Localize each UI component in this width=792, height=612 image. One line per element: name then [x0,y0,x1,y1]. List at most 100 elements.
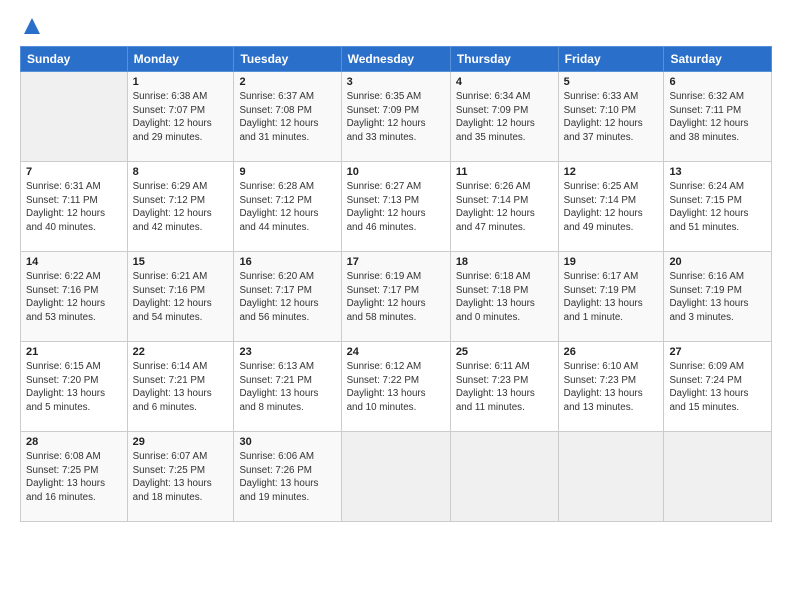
calendar-cell: 8 Sunrise: 6:29 AM Sunset: 7:12 PM Daylig… [127,162,234,252]
day-info: Sunrise: 6:09 AM Sunset: 7:24 PM Dayligh… [669,360,766,415]
day-info: Sunrise: 6:10 AM Sunset: 7:23 PM Dayligh… [564,360,659,415]
day-info: Sunrise: 6:15 AM Sunset: 7:20 PM Dayligh… [26,360,122,415]
calendar-week-1: 1Sunrise: 6:38 AM Sunset: 7:07 PM Daylig… [21,72,772,162]
day-info: Sunrise: 6:25 AM Sunset: 7:14 PM Dayligh… [564,180,659,235]
calendar-cell: 28 Sunrise: 6:08 AM Sunset: 7:25 PM Dayli… [21,432,128,522]
calendar-cell: 20 Sunrise: 6:16 AM Sunset: 7:19 PM Dayli… [664,252,772,342]
calendar-cell: 26 Sunrise: 6:10 AM Sunset: 7:23 PM Dayli… [558,342,664,432]
day-info: Sunrise: 6:26 AM Sunset: 7:14 PM Dayligh… [456,180,553,235]
calendar-week-2: 7 Sunrise: 6:31 AM Sunset: 7:11 PM Daylig… [21,162,772,252]
calendar-cell: 10 Sunrise: 6:27 AM Sunset: 7:13 PM Dayli… [341,162,450,252]
calendar-cell: 6 Sunrise: 6:32 AM Sunset: 7:11 PM Daylig… [664,72,772,162]
day-number: 10 [347,166,445,178]
calendar-cell: 14Sunrise: 6:22 AM Sunset: 7:16 PM Dayli… [21,252,128,342]
calendar-cell: 29 Sunrise: 6:07 AM Sunset: 7:25 PM Dayli… [127,432,234,522]
day-info: Sunrise: 6:20 AM Sunset: 7:17 PM Dayligh… [239,270,335,325]
day-number: 25 [456,346,553,358]
day-number: 29 [133,436,229,448]
day-number: 22 [133,346,229,358]
day-number: 13 [669,166,766,178]
calendar-cell: 3 Sunrise: 6:35 AM Sunset: 7:09 PM Daylig… [341,72,450,162]
day-info: Sunrise: 6:12 AM Sunset: 7:22 PM Dayligh… [347,360,445,415]
day-number: 28 [26,436,122,448]
calendar-cell: 27 Sunrise: 6:09 AM Sunset: 7:24 PM Dayli… [664,342,772,432]
day-number: 5 [564,76,659,88]
calendar-cell: 24 Sunrise: 6:12 AM Sunset: 7:22 PM Dayli… [341,342,450,432]
calendar-week-5: 28 Sunrise: 6:08 AM Sunset: 7:25 PM Dayli… [21,432,772,522]
day-info: Sunrise: 6:28 AM Sunset: 7:12 PM Dayligh… [239,180,335,235]
calendar-header: SundayMondayTuesdayWednesdayThursdayFrid… [21,47,772,72]
day-number: 3 [347,76,445,88]
calendar-cell [664,432,772,522]
day-number: 2 [239,76,335,88]
calendar-cell: 1Sunrise: 6:38 AM Sunset: 7:07 PM Daylig… [127,72,234,162]
day-number: 6 [669,76,766,88]
day-info: Sunrise: 6:13 AM Sunset: 7:21 PM Dayligh… [239,360,335,415]
day-info: Sunrise: 6:11 AM Sunset: 7:23 PM Dayligh… [456,360,553,415]
day-info: Sunrise: 6:35 AM Sunset: 7:09 PM Dayligh… [347,90,445,145]
day-number: 27 [669,346,766,358]
day-number: 26 [564,346,659,358]
weekday-header-monday: Monday [127,47,234,72]
calendar-cell: 30 Sunrise: 6:06 AM Sunset: 7:26 PM Dayli… [234,432,341,522]
calendar-cell [341,432,450,522]
day-info: Sunrise: 6:34 AM Sunset: 7:09 PM Dayligh… [456,90,553,145]
weekday-row: SundayMondayTuesdayWednesdayThursdayFrid… [21,47,772,72]
day-number: 15 [133,256,229,268]
calendar-body: 1Sunrise: 6:38 AM Sunset: 7:07 PM Daylig… [21,72,772,522]
calendar-cell: 15Sunrise: 6:21 AM Sunset: 7:16 PM Dayli… [127,252,234,342]
calendar-cell: 2 Sunrise: 6:37 AM Sunset: 7:08 PM Daylig… [234,72,341,162]
calendar-table: SundayMondayTuesdayWednesdayThursdayFrid… [20,46,772,522]
day-number: 19 [564,256,659,268]
day-info: Sunrise: 6:19 AM Sunset: 7:17 PM Dayligh… [347,270,445,325]
calendar-cell: 4 Sunrise: 6:34 AM Sunset: 7:09 PM Daylig… [450,72,558,162]
calendar-cell: 21 Sunrise: 6:15 AM Sunset: 7:20 PM Dayli… [21,342,128,432]
calendar-week-4: 21 Sunrise: 6:15 AM Sunset: 7:20 PM Dayli… [21,342,772,432]
day-info: Sunrise: 6:08 AM Sunset: 7:25 PM Dayligh… [26,450,122,505]
day-info: Sunrise: 6:37 AM Sunset: 7:08 PM Dayligh… [239,90,335,145]
day-number: 7 [26,166,122,178]
logo-icon [22,16,42,36]
day-info: Sunrise: 6:33 AM Sunset: 7:10 PM Dayligh… [564,90,659,145]
day-info: Sunrise: 6:27 AM Sunset: 7:13 PM Dayligh… [347,180,445,235]
weekday-header-saturday: Saturday [664,47,772,72]
day-info: Sunrise: 6:06 AM Sunset: 7:26 PM Dayligh… [239,450,335,505]
calendar-cell: 12 Sunrise: 6:25 AM Sunset: 7:14 PM Dayli… [558,162,664,252]
day-number: 16 [239,256,335,268]
day-number: 18 [456,256,553,268]
day-number: 20 [669,256,766,268]
day-number: 4 [456,76,553,88]
day-info: Sunrise: 6:31 AM Sunset: 7:11 PM Dayligh… [26,180,122,235]
calendar-cell [558,432,664,522]
calendar-cell [21,72,128,162]
day-number: 9 [239,166,335,178]
day-info: Sunrise: 6:32 AM Sunset: 7:11 PM Dayligh… [669,90,766,145]
day-number: 21 [26,346,122,358]
day-number: 17 [347,256,445,268]
page: SundayMondayTuesdayWednesdayThursdayFrid… [0,0,792,612]
day-info: Sunrise: 6:14 AM Sunset: 7:21 PM Dayligh… [133,360,229,415]
day-info: Sunrise: 6:16 AM Sunset: 7:19 PM Dayligh… [669,270,766,325]
calendar-cell: 18 Sunrise: 6:18 AM Sunset: 7:18 PM Dayli… [450,252,558,342]
logo [20,16,42,36]
weekday-header-friday: Friday [558,47,664,72]
calendar-cell: 9 Sunrise: 6:28 AM Sunset: 7:12 PM Daylig… [234,162,341,252]
calendar-cell: 23 Sunrise: 6:13 AM Sunset: 7:21 PM Dayli… [234,342,341,432]
calendar-cell: 19 Sunrise: 6:17 AM Sunset: 7:19 PM Dayli… [558,252,664,342]
weekday-header-tuesday: Tuesday [234,47,341,72]
day-info: Sunrise: 6:18 AM Sunset: 7:18 PM Dayligh… [456,270,553,325]
calendar-cell: 16 Sunrise: 6:20 AM Sunset: 7:17 PM Dayli… [234,252,341,342]
day-number: 23 [239,346,335,358]
day-number: 30 [239,436,335,448]
day-info: Sunrise: 6:24 AM Sunset: 7:15 PM Dayligh… [669,180,766,235]
header [20,16,772,36]
calendar-cell: 11Sunrise: 6:26 AM Sunset: 7:14 PM Dayli… [450,162,558,252]
day-number: 12 [564,166,659,178]
weekday-header-thursday: Thursday [450,47,558,72]
day-number: 24 [347,346,445,358]
day-info: Sunrise: 6:07 AM Sunset: 7:25 PM Dayligh… [133,450,229,505]
day-number: 8 [133,166,229,178]
day-info: Sunrise: 6:29 AM Sunset: 7:12 PM Dayligh… [133,180,229,235]
day-number: 1 [133,76,229,88]
day-info: Sunrise: 6:17 AM Sunset: 7:19 PM Dayligh… [564,270,659,325]
